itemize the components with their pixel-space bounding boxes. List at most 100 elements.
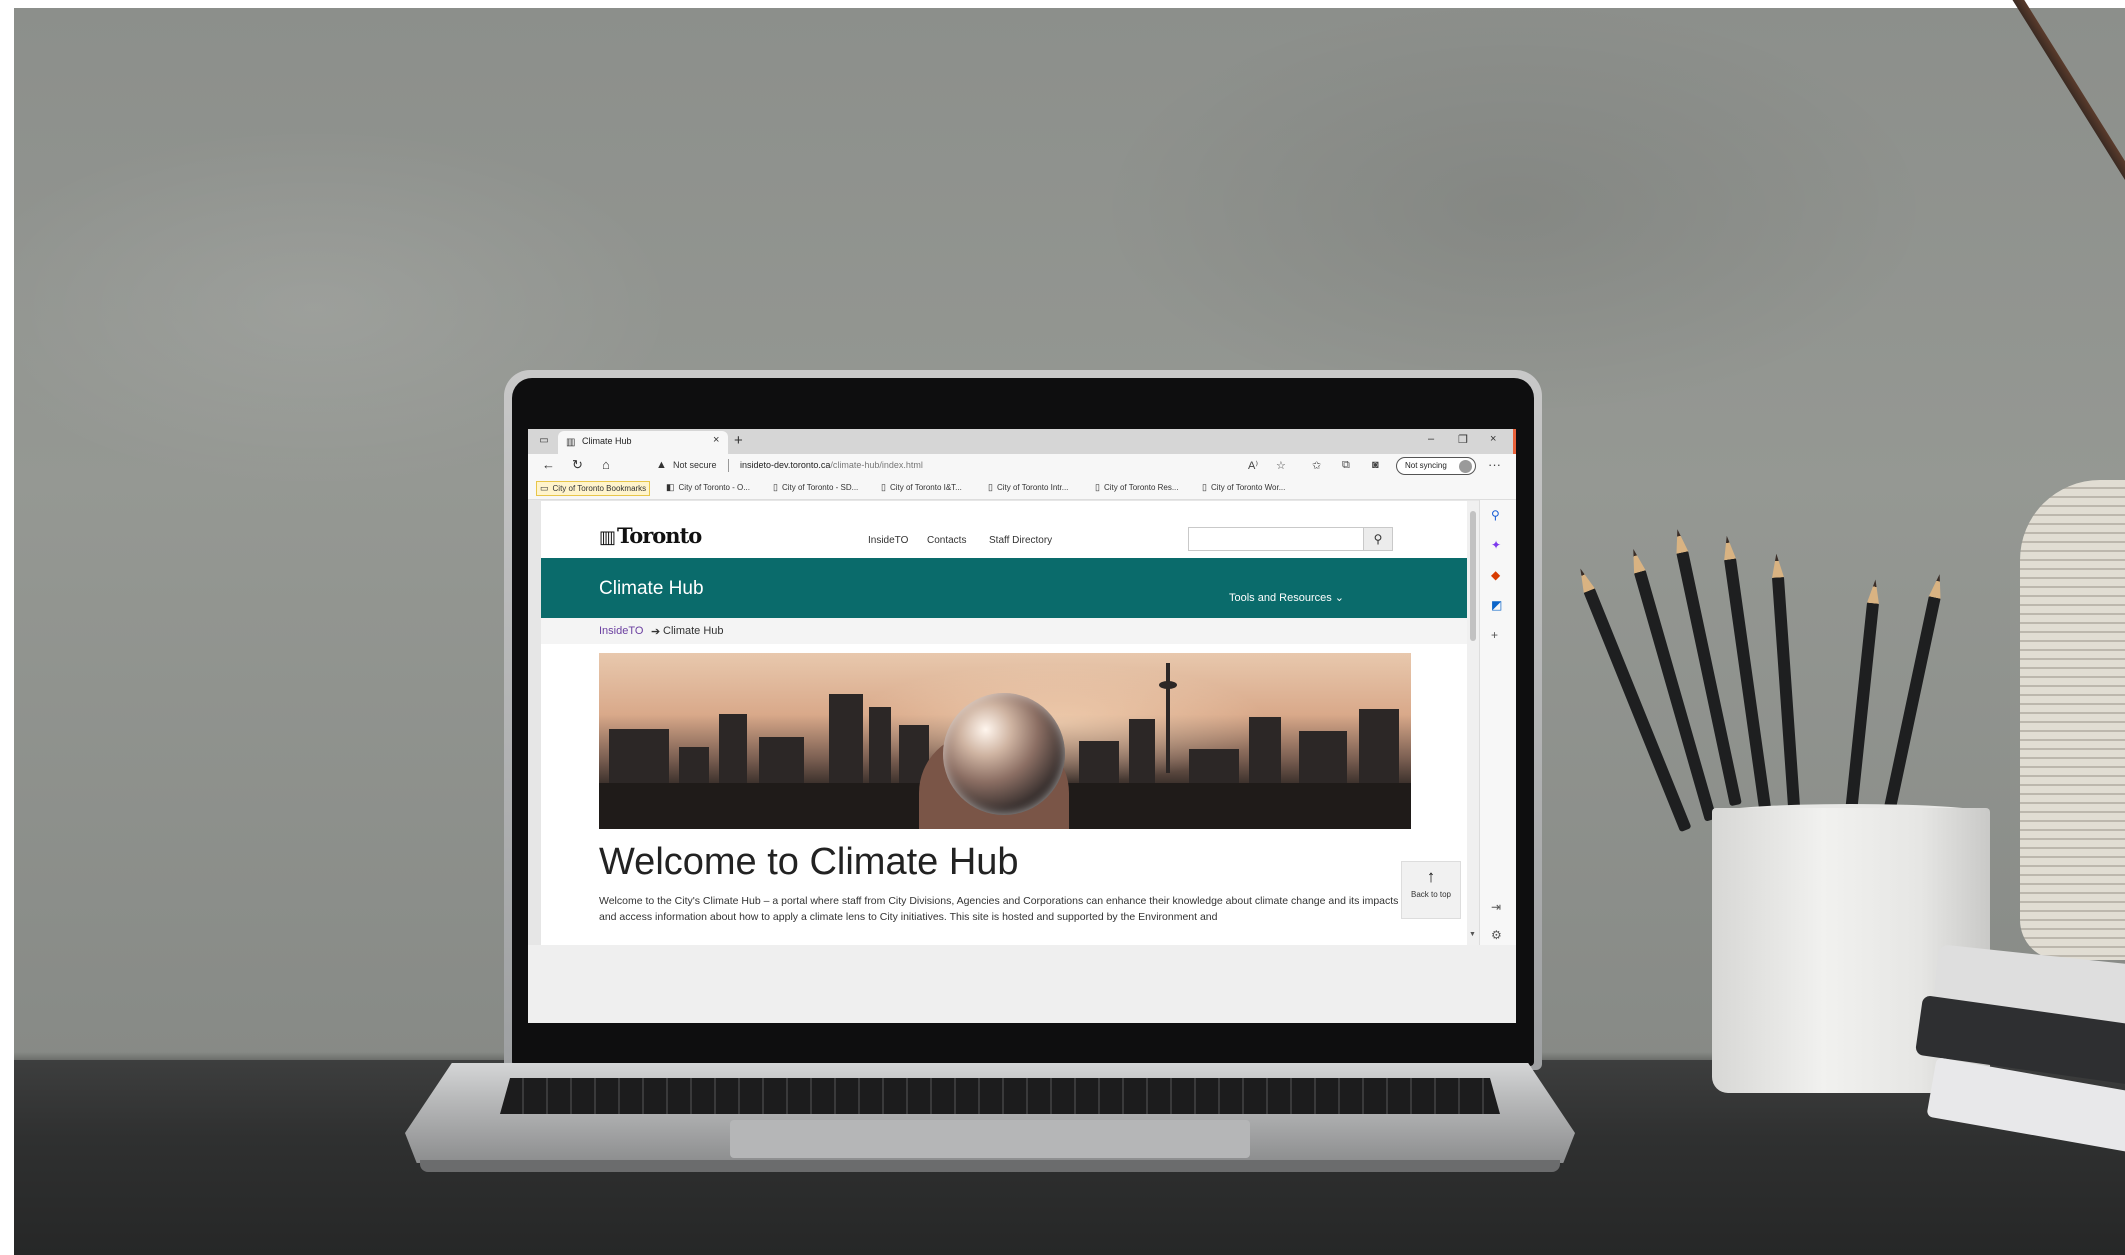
toronto-favicon-icon: ▥ xyxy=(566,437,576,448)
back-to-top-button[interactable]: ↑ Back to top xyxy=(1401,861,1461,919)
new-tab-button[interactable]: + xyxy=(734,432,743,449)
crystal-ball xyxy=(943,693,1065,815)
search-button[interactable]: ⚲ xyxy=(1363,527,1393,551)
page-icon: ▯ xyxy=(773,482,778,492)
search-input[interactable] xyxy=(1188,527,1382,551)
tab-close-icon[interactable]: × xyxy=(713,434,719,446)
scrollbar-thumb[interactable] xyxy=(1470,511,1476,641)
building-silhouette xyxy=(759,737,804,789)
back-to-top-label: Back to top xyxy=(1410,890,1452,899)
hero-image xyxy=(599,653,1411,829)
scroll-down-icon[interactable]: ▼ xyxy=(1469,931,1476,938)
back-arrow-icon[interactable]: ← xyxy=(542,458,555,472)
site-header-band: Climate Hub Tools and Resources ⌄ xyxy=(541,558,1467,618)
bookmark-item[interactable]: ▯ City of Toronto Intr... xyxy=(988,482,1068,493)
warning-icon[interactable]: ▲ xyxy=(656,459,667,471)
city-hall-icon: ▥ xyxy=(599,527,616,548)
web-page: ▥Toronto InsideTO Contacts Staff Directo… xyxy=(541,501,1467,945)
profile-sync-button[interactable]: Not syncing xyxy=(1396,457,1476,475)
bookmark-label: City of Toronto Res... xyxy=(1103,483,1179,492)
favorites-icon[interactable]: ✩ xyxy=(1312,459,1321,472)
sidebar-search-icon[interactable]: ⚲ xyxy=(1491,508,1500,522)
building-silhouette xyxy=(1299,731,1347,789)
bookmark-label: City of Toronto Wor... xyxy=(1210,483,1286,492)
page-scrollbar[interactable]: ▼ xyxy=(1467,501,1479,945)
more-menu-icon[interactable]: ··· xyxy=(1488,457,1501,472)
home-icon[interactable]: ⌂ xyxy=(602,458,610,472)
ribbed-vase xyxy=(2020,480,2125,960)
breadcrumb: InsideTO ➔ Climate Hub xyxy=(541,618,1467,644)
bookmark-label: City of Toronto I&T... xyxy=(889,483,962,492)
search-icon: ⚲ xyxy=(1373,532,1383,546)
url-path: /climate-hub/index.html xyxy=(830,460,923,470)
arrow-up-icon: ↑ xyxy=(1426,867,1436,886)
bookmark-item[interactable]: ▯ City of Toronto Res... xyxy=(1095,482,1179,493)
nav-contacts[interactable]: Contacts xyxy=(927,535,966,546)
office-icon[interactable]: ◆ xyxy=(1491,568,1500,582)
page-icon: ▯ xyxy=(988,482,993,492)
add-favorite-icon[interactable]: ☆ xyxy=(1276,459,1286,472)
building-silhouette xyxy=(1079,741,1119,789)
laptop-keyboard xyxy=(500,1078,1500,1114)
sharepoint-icon: ◧ xyxy=(666,482,675,492)
tab-actions-icon[interactable]: ▭ xyxy=(536,434,552,448)
building-silhouette xyxy=(869,707,891,789)
tools-and-resources-menu[interactable]: Tools and Resources ⌄ xyxy=(1229,591,1344,604)
address-separator xyxy=(728,459,729,472)
building-silhouette xyxy=(609,729,669,789)
bookmarks-bar: ▭ City of Toronto Bookmarks ◧ City of Toro… xyxy=(528,478,1516,500)
site-title[interactable]: Climate Hub xyxy=(599,578,704,600)
sync-label: Not syncing xyxy=(1405,461,1447,470)
breadcrumb-link-insideto[interactable]: InsideTO xyxy=(599,625,643,637)
minimize-button[interactable]: – xyxy=(1428,433,1434,445)
bookmark-label: City of Toronto - SD... xyxy=(781,483,859,492)
building-silhouette xyxy=(829,694,863,789)
browser-essentials-icon[interactable]: ◙ xyxy=(1372,459,1379,471)
building-silhouette xyxy=(719,714,747,789)
window-accent-edge xyxy=(1513,429,1516,454)
address-bar: ← ↻ ⌂ ▲ Not secure insideto-dev.toronto.… xyxy=(528,454,1516,478)
settings-gear-icon[interactable]: ⚙ xyxy=(1491,928,1502,942)
bookmark-item[interactable]: ▯ City of Toronto I&T... xyxy=(881,482,962,493)
bookmark-item[interactable]: ▯ City of Toronto Wor... xyxy=(1202,482,1285,493)
tab-title: Climate Hub xyxy=(582,436,632,446)
bookmark-label: City of Toronto Intr... xyxy=(996,483,1069,492)
building-silhouette xyxy=(1249,717,1281,789)
reload-icon[interactable]: ↻ xyxy=(572,458,583,472)
add-sidebar-app-icon[interactable]: + xyxy=(1491,628,1498,642)
folder-icon: ▭ xyxy=(540,483,549,493)
browser-sidebar: ⚲ ✦ ◆ ◩ + ⇥ ⚙ xyxy=(1479,500,1516,945)
page-icon: ▯ xyxy=(1202,482,1207,492)
laptop-base-front xyxy=(420,1160,1560,1172)
breadcrumb-arrow-icon: ➔ xyxy=(651,626,661,638)
toronto-logo[interactable]: ▥Toronto xyxy=(599,523,702,548)
cn-tower-silhouette xyxy=(1166,663,1170,773)
logo-text: Toronto xyxy=(617,523,702,548)
nav-staff-directory[interactable]: Staff Directory xyxy=(989,535,1052,546)
copilot-icon[interactable]: ✦ xyxy=(1491,538,1501,552)
close-window-button[interactable]: × xyxy=(1490,433,1496,445)
bookmark-label: City of Toronto - O... xyxy=(678,483,750,492)
restore-button[interactable]: ❐ xyxy=(1458,433,1468,446)
bookmark-item[interactable]: ◧ City of Toronto - O... xyxy=(666,482,750,493)
url-host: insideto-dev.toronto.ca xyxy=(740,460,831,470)
url-field[interactable]: insideto-dev.toronto.ca/climate-hub/inde… xyxy=(740,460,923,470)
tab-climate-hub[interactable]: ▥ Climate Hub × xyxy=(558,431,728,454)
collections-icon[interactable]: ⧉ xyxy=(1342,459,1350,472)
outlook-icon[interactable]: ◩ xyxy=(1491,598,1502,612)
tab-bar: ▭ ▥ Climate Hub × + – ❐ × xyxy=(528,429,1516,454)
bookmark-folder[interactable]: ▭ City of Toronto Bookmarks xyxy=(536,481,651,496)
read-aloud-icon[interactable]: A⁾ xyxy=(1248,459,1258,472)
page-icon: ▯ xyxy=(1095,482,1100,492)
laptop-trackpad xyxy=(730,1120,1250,1158)
hide-sidebar-icon[interactable]: ⇥ xyxy=(1491,900,1501,914)
building-silhouette xyxy=(1129,719,1155,789)
not-secure-label[interactable]: Not secure xyxy=(673,460,717,470)
avatar xyxy=(1459,460,1472,473)
nav-insideto[interactable]: InsideTO xyxy=(868,535,908,546)
intro-paragraph: Welcome to the City's Climate Hub – a po… xyxy=(599,895,1399,923)
screen-lower-area xyxy=(528,945,1516,1023)
page-title: Welcome to Climate Hub xyxy=(599,841,1019,883)
bookmark-item[interactable]: ▯ City of Toronto - SD... xyxy=(773,482,858,493)
laptop-screen: ▭ ▥ Climate Hub × + – ❐ × ← ↻ ⌂ ▲ Not se… xyxy=(528,429,1516,1023)
